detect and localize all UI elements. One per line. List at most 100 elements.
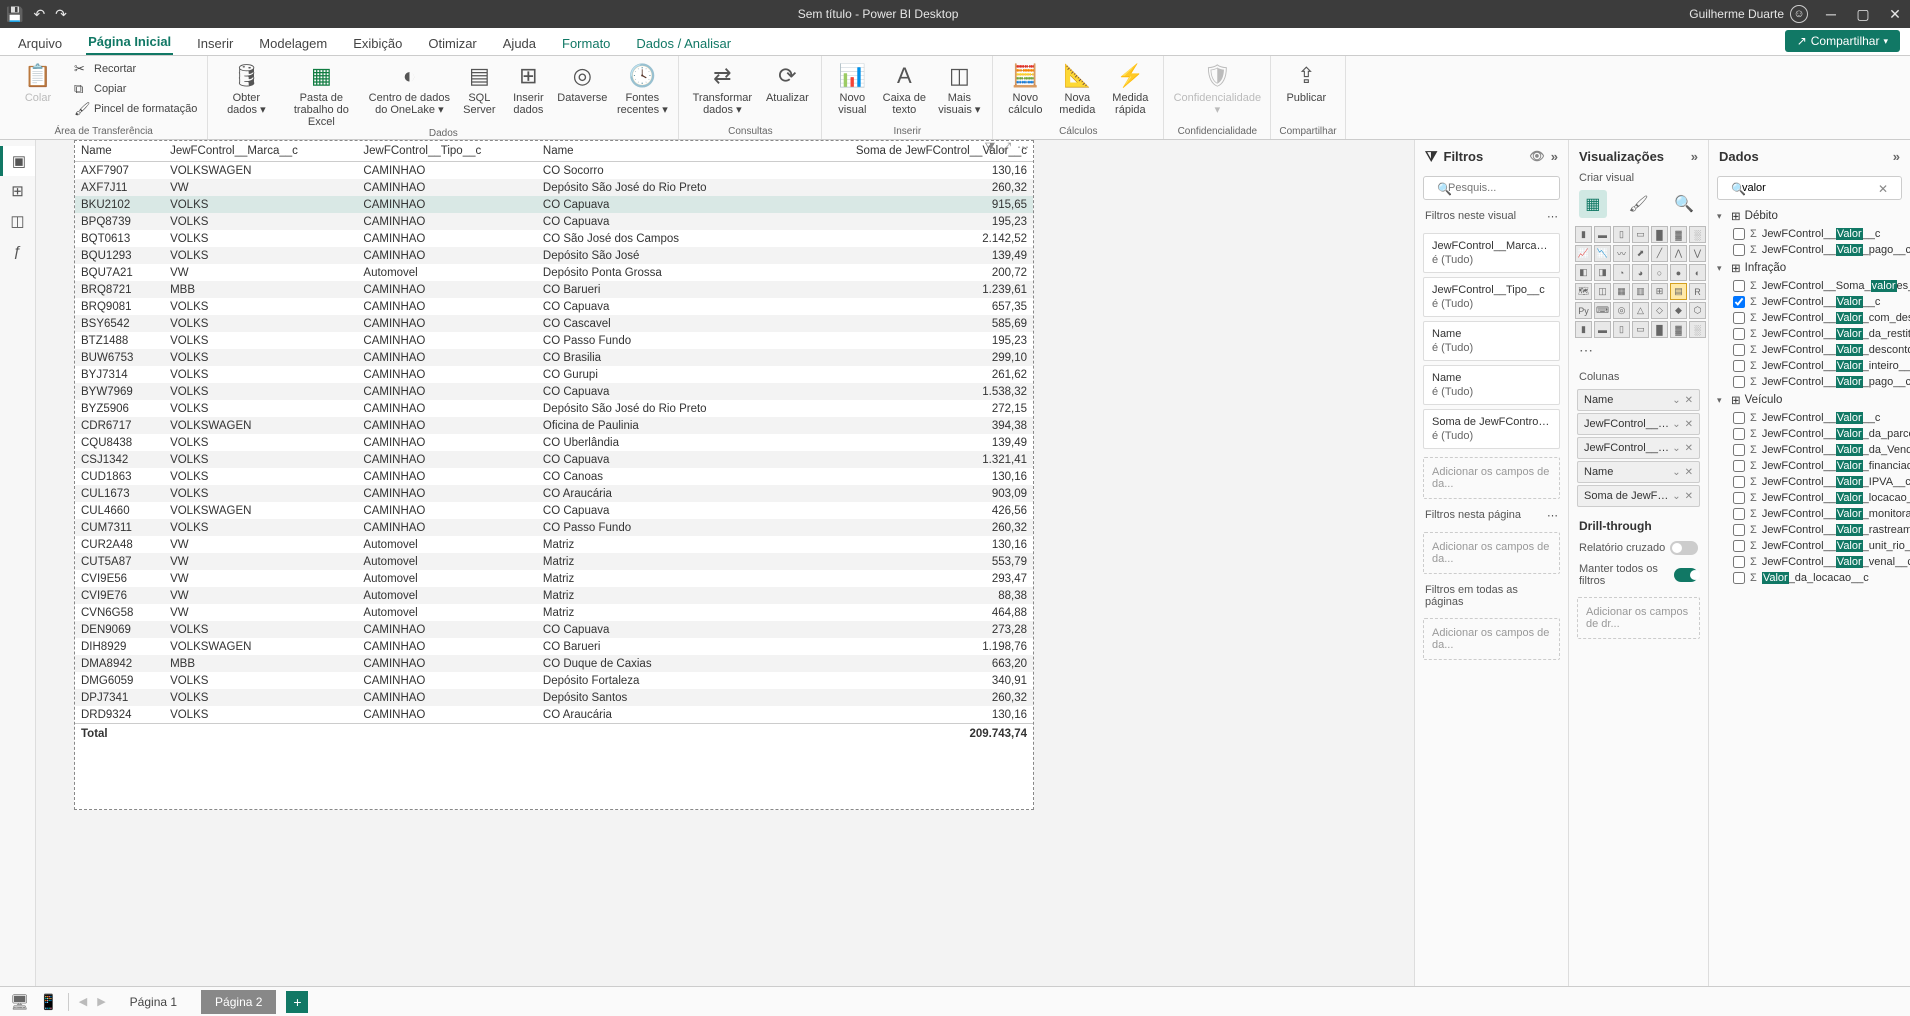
visual-type-icon[interactable]: ○ bbox=[1651, 264, 1668, 281]
visual-type-icon[interactable]: ▓ bbox=[1670, 226, 1687, 243]
visual-type-icon[interactable]: ▬ bbox=[1594, 226, 1611, 243]
data-field[interactable]: ΣJewFControl__Valor_da_parcela_fina... bbox=[1715, 426, 1904, 442]
field-checkbox[interactable] bbox=[1733, 492, 1745, 504]
visual-type-icon[interactable]: ⊞ bbox=[1651, 283, 1668, 300]
data-field[interactable]: ΣJewFControl__Valor_inteiro__c bbox=[1715, 358, 1904, 374]
field-checkbox[interactable] bbox=[1733, 280, 1745, 292]
data-field[interactable]: ΣJewFControl__Valor_pago__c bbox=[1715, 242, 1904, 258]
transform-data-button[interactable]: ⇄Transformar dados ▾ bbox=[687, 58, 757, 116]
field-checkbox[interactable] bbox=[1733, 476, 1745, 488]
data-field[interactable]: ΣJewFControl__Valor_com_desconto... bbox=[1715, 310, 1904, 326]
tab-modelagem[interactable]: Modelagem bbox=[257, 32, 329, 55]
visual-type-icon[interactable]: ⬡ bbox=[1689, 302, 1706, 319]
visual-type-icon[interactable]: ◇ bbox=[1651, 302, 1668, 319]
new-visual-button[interactable]: 📊Novo visual bbox=[830, 58, 874, 116]
field-checkbox[interactable] bbox=[1733, 556, 1745, 568]
tab-arquivo[interactable]: Arquivo bbox=[16, 32, 64, 55]
data-field[interactable]: ΣJewFControl__Valor_locacao__c bbox=[1715, 490, 1904, 506]
field-checkbox[interactable] bbox=[1733, 296, 1745, 308]
field-checkbox[interactable] bbox=[1733, 460, 1745, 472]
add-filter-all-placeholder[interactable]: Adicionar os campos de da... bbox=[1423, 618, 1560, 660]
field-well[interactable]: Soma de JewFControl__...⌄✕ bbox=[1577, 485, 1700, 507]
collapse-icon[interactable]: » bbox=[1893, 149, 1900, 164]
visual-type-icon[interactable]: ◎ bbox=[1613, 302, 1630, 319]
data-field[interactable]: ΣJewFControl__Valor_rastreamento__... bbox=[1715, 522, 1904, 538]
data-field[interactable]: ΣJewFControl__Soma_valores__c bbox=[1715, 278, 1904, 294]
format-tab-icon[interactable]: 🖌 bbox=[1625, 190, 1653, 218]
data-field[interactable]: ΣJewFControl__Valor_desconto__c bbox=[1715, 342, 1904, 358]
field-checkbox[interactable] bbox=[1733, 360, 1745, 372]
visual-type-icon[interactable]: ◕ bbox=[1632, 264, 1649, 281]
data-field[interactable]: ΣJewFControl__Valor__c bbox=[1715, 226, 1904, 242]
field-checkbox[interactable] bbox=[1733, 312, 1745, 324]
model-view-icon[interactable]: ◫ bbox=[0, 206, 35, 236]
collapse-icon[interactable]: » bbox=[1691, 149, 1698, 164]
visual-type-icon[interactable]: ▯ bbox=[1613, 226, 1630, 243]
visual-type-icon[interactable]: 📈 bbox=[1575, 245, 1592, 262]
visual-type-icon[interactable]: ▤ bbox=[1670, 283, 1687, 300]
undo-icon[interactable]: ↶ bbox=[33, 6, 45, 23]
tab-formato[interactable]: Formato bbox=[560, 32, 612, 55]
add-filter-placeholder[interactable]: Adicionar os campos de da... bbox=[1423, 457, 1560, 499]
field-checkbox[interactable] bbox=[1733, 444, 1745, 456]
keep-filters-toggle[interactable] bbox=[1674, 568, 1698, 582]
clear-search-icon[interactable]: ✕ bbox=[1878, 182, 1888, 196]
build-tab-icon[interactable]: ▦ bbox=[1579, 190, 1607, 218]
tab-ajuda[interactable]: Ajuda bbox=[501, 32, 538, 55]
tab-pagina-inicial[interactable]: Página Inicial bbox=[86, 30, 173, 55]
data-field[interactable]: ΣJewFControl__Valor_venal__c bbox=[1715, 554, 1904, 570]
visual-type-icon[interactable]: ◔ bbox=[1613, 264, 1630, 281]
minimize-button[interactable]: ─ bbox=[1822, 6, 1840, 22]
visual-type-icon[interactable]: ◨ bbox=[1594, 264, 1611, 281]
field-well[interactable]: JewFControl__Tipo__c⌄✕ bbox=[1577, 437, 1700, 459]
format-painter-button[interactable]: 🖌Pincel de formatação bbox=[72, 100, 199, 118]
focus-icon[interactable]: ⤢ bbox=[1001, 140, 1011, 155]
data-field[interactable]: ΣJewFControl__Valor_financiado__c bbox=[1715, 458, 1904, 474]
visual-type-icon[interactable]: ▓ bbox=[1670, 321, 1687, 338]
data-field[interactable]: ΣValor_da_locacao__c bbox=[1715, 570, 1904, 586]
save-icon[interactable]: 💾 bbox=[6, 6, 23, 23]
redo-icon[interactable]: ↷ bbox=[55, 6, 67, 23]
data-field[interactable]: ΣJewFControl__Valor_IPVA__c bbox=[1715, 474, 1904, 490]
tab-inserir[interactable]: Inserir bbox=[195, 32, 235, 55]
visual-type-icon[interactable]: △ bbox=[1632, 302, 1649, 319]
visual-type-icon[interactable]: ⋁ bbox=[1689, 245, 1706, 262]
more-icon[interactable]: ⋯ bbox=[1547, 509, 1558, 522]
filter-card[interactable]: JewFControl__Marca__cé (Tudo) bbox=[1423, 233, 1560, 273]
visual-type-icon[interactable]: ▦ bbox=[1613, 283, 1630, 300]
field-checkbox[interactable] bbox=[1733, 228, 1745, 240]
new-measure-button[interactable]: 📐Nova medida bbox=[1053, 58, 1101, 116]
visual-type-icon[interactable]: ⌨ bbox=[1594, 302, 1611, 319]
table-visual[interactable]: ⧩ ⤢ ⋯ NameJewFControl__Marca__cJewFContr… bbox=[74, 140, 1034, 810]
field-well[interactable]: JewFControl__Marca__c⌄✕ bbox=[1577, 413, 1700, 435]
visual-type-icon[interactable]: ◧ bbox=[1575, 264, 1592, 281]
visual-type-icon[interactable]: ▮ bbox=[1575, 321, 1592, 338]
visual-type-icon[interactable]: Py bbox=[1575, 302, 1592, 319]
visual-type-icon[interactable]: ⋀ bbox=[1670, 245, 1687, 262]
field-checkbox[interactable] bbox=[1733, 540, 1745, 552]
visual-type-icon[interactable]: R bbox=[1689, 283, 1706, 300]
visual-type-icon[interactable]: ◆ bbox=[1670, 302, 1687, 319]
more-visuals-button[interactable]: ◫Mais visuais ▾ bbox=[934, 58, 984, 116]
tab-otimizar[interactable]: Otimizar bbox=[426, 32, 478, 55]
onelake-button[interactable]: ◐Centro de dados do OneLake ▾ bbox=[366, 58, 452, 116]
field-well[interactable]: Name⌄✕ bbox=[1577, 389, 1700, 411]
filter-card[interactable]: JewFControl__Tipo__cé (Tudo) bbox=[1423, 277, 1560, 317]
refresh-button[interactable]: ⟳Atualizar bbox=[761, 58, 813, 104]
visual-type-icon[interactable]: █ bbox=[1651, 226, 1668, 243]
column-header[interactable]: JewFControl__Tipo__c bbox=[357, 141, 537, 162]
visual-type-icon[interactable]: ● bbox=[1670, 264, 1687, 281]
visual-type-icon[interactable]: ▭ bbox=[1632, 321, 1649, 338]
field-checkbox[interactable] bbox=[1733, 376, 1745, 388]
data-field[interactable]: ΣJewFControl__Valor__c bbox=[1715, 410, 1904, 426]
publish-button[interactable]: ⇪Publicar bbox=[1279, 58, 1333, 104]
dataverse-button[interactable]: ◎Dataverse bbox=[554, 58, 610, 104]
visual-type-icon[interactable]: ◫ bbox=[1594, 283, 1611, 300]
more-icon[interactable]: ⋯ bbox=[1017, 140, 1029, 155]
prev-page-icon[interactable]: ◀ bbox=[79, 995, 87, 1008]
excel-button[interactable]: ▦Pasta de trabalho do Excel bbox=[280, 58, 362, 128]
textbox-button[interactable]: ACaixa de texto bbox=[878, 58, 930, 116]
filter-card[interactable]: Nameé (Tudo) bbox=[1423, 321, 1560, 361]
data-table-group[interactable]: ▾⊞Infração bbox=[1715, 258, 1904, 278]
data-field[interactable]: ΣJewFControl__Valor_monitorament... bbox=[1715, 506, 1904, 522]
